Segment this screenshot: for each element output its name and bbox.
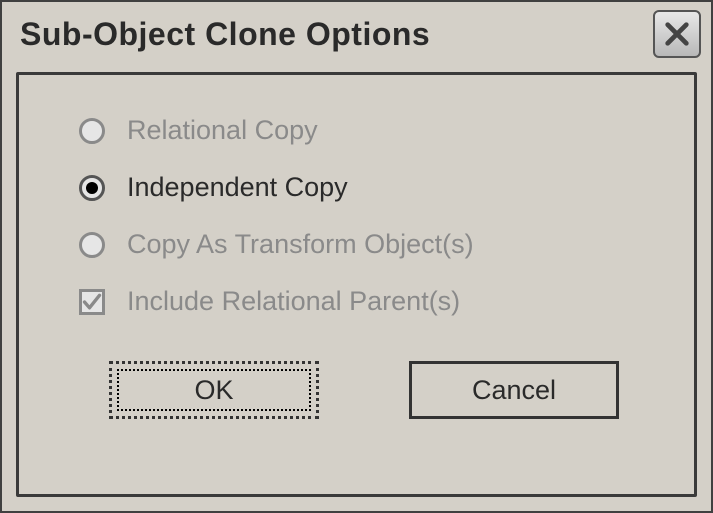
checkbox-label: Include Relational Parent(s)	[127, 286, 460, 317]
button-label: OK	[194, 375, 233, 406]
radio-icon	[79, 232, 105, 258]
cancel-button[interactable]: Cancel	[409, 361, 619, 419]
radio-label: Copy As Transform Object(s)	[127, 229, 474, 260]
radio-icon	[79, 118, 105, 144]
options-group: Relational Copy Independent Copy Copy As…	[79, 115, 654, 317]
ok-button[interactable]: OK	[109, 361, 319, 419]
button-label: Cancel	[472, 375, 556, 406]
checkbox-icon	[79, 289, 105, 315]
button-row: OK Cancel	[79, 361, 654, 419]
titlebar: Sub-Object Clone Options	[2, 2, 711, 72]
checkbox-include-parent: Include Relational Parent(s)	[79, 286, 654, 317]
radio-relational-copy: Relational Copy	[79, 115, 654, 146]
close-icon	[663, 20, 691, 48]
dialog-title: Sub-Object Clone Options	[20, 16, 430, 53]
radio-label: Independent Copy	[127, 172, 348, 203]
radio-copy-as-transform: Copy As Transform Object(s)	[79, 229, 654, 260]
dialog-window: Sub-Object Clone Options Relational Copy…	[0, 0, 713, 513]
content-frame: Relational Copy Independent Copy Copy As…	[16, 72, 697, 497]
radio-independent-copy[interactable]: Independent Copy	[79, 172, 654, 203]
radio-icon	[79, 175, 105, 201]
close-button[interactable]	[653, 10, 701, 58]
radio-label: Relational Copy	[127, 115, 318, 146]
check-icon	[82, 291, 102, 313]
